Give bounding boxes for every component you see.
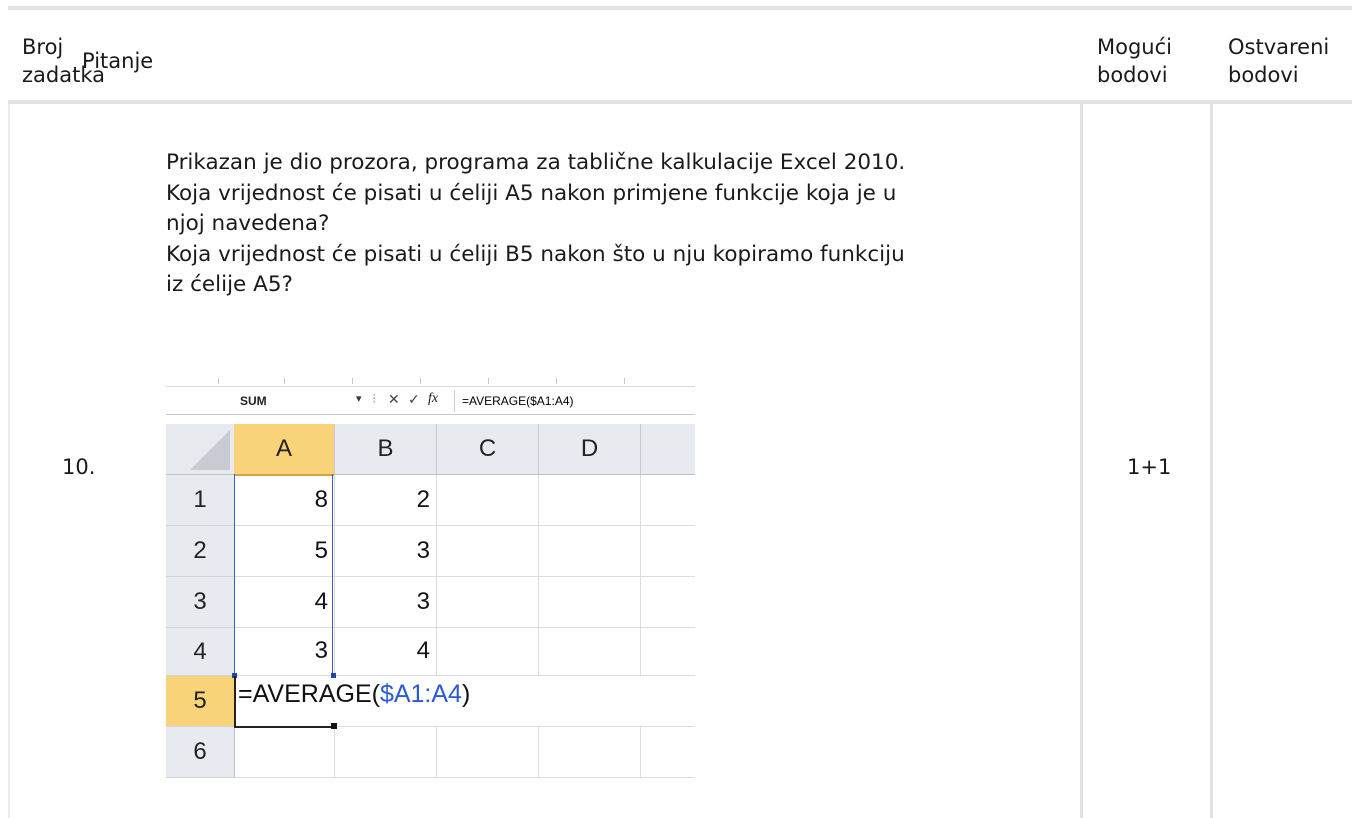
formula-bar-input[interactable]: =AVERAGE($A1:A4) (462, 394, 574, 408)
range-highlight (234, 474, 333, 675)
header-bottom-border (8, 100, 1352, 104)
question-line: Koja vrijednost će pisati u ćeliji B5 na… (166, 241, 905, 267)
name-box-dropdown-icon[interactable]: ▾ (356, 392, 362, 405)
question-line: Koja vrijednost će pisati u ćeliji A5 na… (166, 180, 897, 206)
excel-ruler (166, 378, 695, 387)
header-possible-points-line2: bodovi (1097, 63, 1168, 87)
possible-points-value: 1+1 (1127, 455, 1172, 479)
formula-close-paren: ) (461, 680, 471, 708)
formula-bar: SUM ▾ ⁝ ✕ ✓ fx =AVERAGE($A1:A4) (166, 388, 695, 415)
header-achieved-points: Ostvareni bodovi (1228, 33, 1329, 89)
column-header-c[interactable]: C (437, 424, 539, 475)
cell-d1[interactable] (539, 475, 641, 526)
column-header-d[interactable]: D (539, 424, 641, 475)
task-number: 10. (62, 455, 96, 479)
cell-b6[interactable] (335, 727, 437, 778)
cell-e3[interactable] (641, 577, 695, 628)
row-header-4[interactable]: 4 (166, 628, 235, 676)
header-possible-points: Mogući bodovi (1097, 33, 1172, 89)
column-header-b[interactable]: B (335, 424, 437, 475)
row-header-6[interactable]: 6 (166, 727, 235, 778)
column-divider-achieved (1210, 104, 1213, 818)
name-box[interactable]: SUM (240, 394, 267, 408)
cell-b2[interactable]: 3 (335, 526, 437, 577)
cancel-icon[interactable]: ✕ (388, 391, 400, 408)
column-header-a[interactable]: A (234, 424, 335, 476)
enter-icon[interactable]: ✓ (408, 391, 420, 408)
cell-b1[interactable]: 2 (335, 475, 437, 526)
formula-bar-divider-icon: ⁝ (372, 390, 377, 406)
insert-function-icon[interactable]: fx (428, 391, 438, 407)
cell-b3[interactable]: 3 (335, 577, 437, 628)
excel-screenshot: SUM ▾ ⁝ ✕ ✓ fx =AVERAGE($A1:A4) A B C D … (166, 378, 695, 784)
cell-c1[interactable] (437, 475, 539, 526)
column-divider-points (1080, 104, 1083, 818)
cell-e1[interactable] (641, 475, 695, 526)
table-left-border (8, 104, 10, 818)
cell-a6[interactable] (234, 727, 335, 778)
question-line: Prikazan je dio prozora, programa za tab… (166, 150, 906, 175)
row-header-5[interactable]: 5 (166, 676, 235, 727)
formula-range-ref: $A1:A4 (379, 680, 462, 708)
select-all-corner[interactable] (166, 424, 235, 475)
cell-b4[interactable]: 4 (335, 628, 437, 676)
row-header-3[interactable]: 3 (166, 577, 235, 628)
question-line: njoj navedena? (166, 211, 330, 236)
header-question: Pitanje (82, 49, 154, 73)
question-line: iz ćelije A5? (166, 272, 293, 297)
cell-c4[interactable] (437, 628, 539, 676)
column-header-e[interactable] (641, 424, 695, 475)
cell-d2[interactable] (539, 526, 641, 577)
cell-d4[interactable] (539, 628, 641, 676)
header-possible-points-line1: Mogući (1097, 35, 1172, 59)
cell-e6[interactable] (641, 727, 695, 778)
question-text: Prikazan je dio prozora, programa za tab… (166, 148, 1066, 301)
header-achieved-points-line1: Ostvareni (1228, 35, 1330, 59)
table-top-border (8, 6, 1352, 10)
row-header-1[interactable]: 1 (166, 475, 235, 526)
row-header-2[interactable]: 2 (166, 526, 235, 577)
cell-e4[interactable] (641, 628, 695, 676)
cell-d3[interactable] (539, 577, 641, 628)
cell-c3[interactable] (437, 577, 539, 628)
cell-c6[interactable] (437, 727, 539, 778)
cell-e2[interactable] (641, 526, 695, 577)
cell-d6[interactable] (539, 727, 641, 778)
fill-handle[interactable] (331, 723, 337, 729)
active-cell-border (234, 676, 336, 728)
header-achieved-points-line2: bodovi (1228, 63, 1299, 87)
cell-c2[interactable] (437, 526, 539, 577)
